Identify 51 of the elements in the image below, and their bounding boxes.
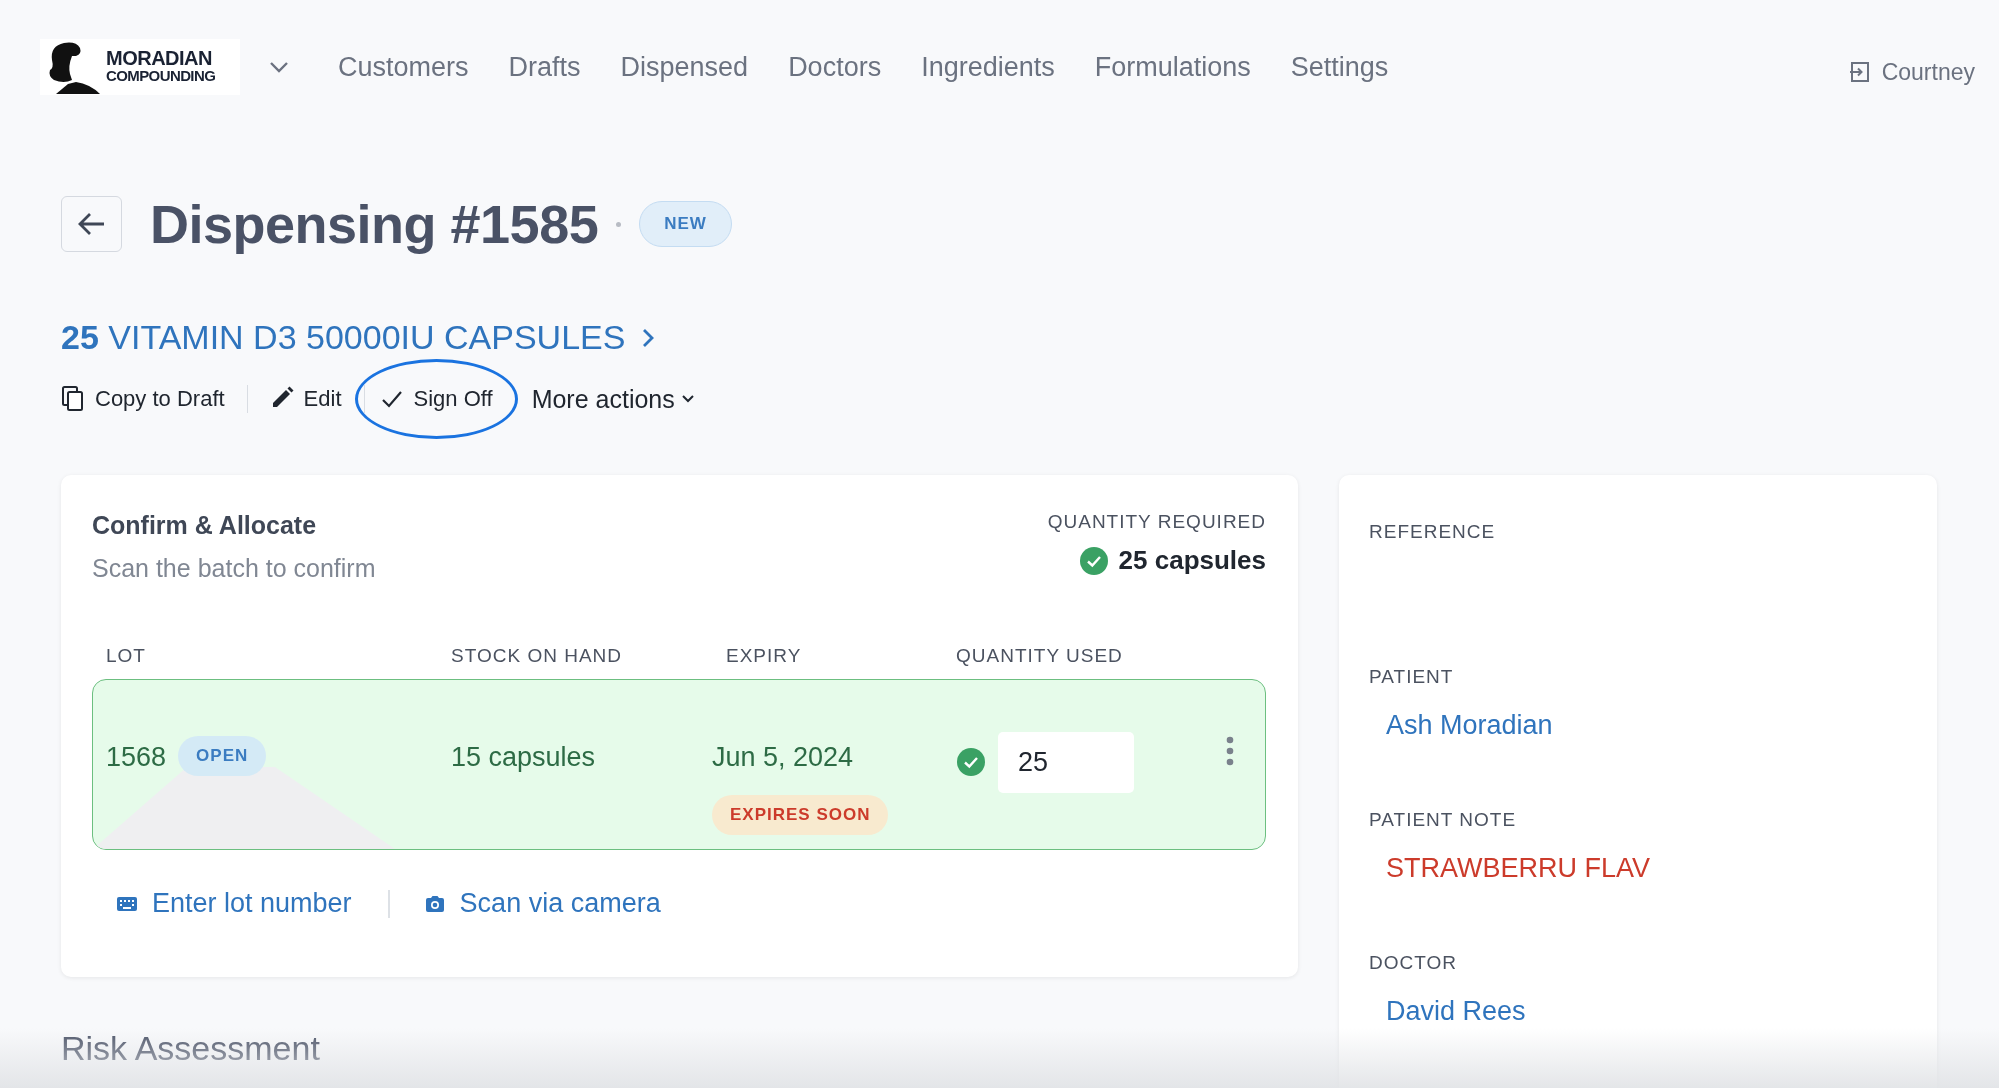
- camera-icon: [423, 893, 446, 914]
- field-label: DOCTOR: [1369, 952, 1458, 974]
- action-button[interactable]: Copy to Draft: [61, 386, 247, 412]
- field-label: PATIENT NOTE: [1369, 809, 1518, 831]
- nav-link[interactable]: Customers: [338, 51, 469, 83]
- column-header: QUANTITY USED: [956, 645, 1124, 667]
- back-button[interactable]: [61, 196, 122, 252]
- nav-link[interactable]: Ingredients: [921, 51, 1055, 83]
- product-link[interactable]: 25 VITAMIN D3 50000IU CAPSULES: [61, 318, 626, 357]
- lot-row[interactable]: 1568 OPEN 15 capsules Jun 5, 2024 EXPIRES SOON 25: [92, 679, 1266, 850]
- field-link[interactable]: Ash Moradian: [1369, 710, 1907, 741]
- chevron-right-icon[interactable]: [641, 326, 656, 349]
- action-button[interactable]: Edit: [247, 386, 364, 412]
- field-link[interactable]: David Rees: [1369, 996, 1907, 1027]
- card-subtitle: Scan the batch to confirm: [92, 554, 376, 583]
- column-header: EXPIRY: [726, 645, 803, 667]
- nav-link[interactable]: Drafts: [508, 51, 581, 83]
- arrow-left-icon: [76, 211, 107, 237]
- brand-name: MORADIAN: [106, 50, 213, 67]
- user-name[interactable]: Courtney: [1881, 58, 1975, 86]
- field-label: PATIENT: [1369, 666, 1455, 688]
- status-badge: OPEN: [178, 736, 267, 776]
- action-button[interactable]: Sign Off: [354, 359, 518, 439]
- brand-name: COMPOUNDING: [106, 67, 216, 84]
- chevron-down-icon[interactable]: [268, 60, 290, 74]
- table-cell: 1568: [106, 742, 167, 773]
- nav-link[interactable]: Doctors: [788, 51, 882, 83]
- check-circle-icon: [956, 747, 986, 777]
- field-label: REFERENCE: [1369, 521, 1497, 543]
- column-header: LOT: [106, 645, 147, 667]
- quantity-field[interactable]: 25: [998, 732, 1134, 793]
- more-icon[interactable]: [1225, 734, 1235, 768]
- nav-link[interactable]: Dispensed: [620, 51, 749, 83]
- link-button[interactable]: Scan via camera: [423, 888, 661, 919]
- caret-icon: [680, 394, 695, 404]
- field-label: QUANTITY REQUIRED: [1047, 511, 1266, 533]
- card-title: Confirm & Allocate: [92, 511, 318, 540]
- status-badge: NEW: [639, 201, 732, 247]
- logo[interactable]: MORADIAN COMPOUNDING: [40, 39, 240, 95]
- section-title: Risk Assessment: [61, 1029, 321, 1068]
- field-value: STRAWBERRU FLAV: [1385, 853, 1652, 884]
- table-cell: Jun 5, 2024: [712, 742, 854, 773]
- page-title: Dispensing #1585: [150, 193, 599, 255]
- warning-badge: EXPIRES SOON: [712, 795, 889, 835]
- nav-link[interactable]: Formulations: [1094, 51, 1251, 83]
- link-button[interactable]: Enter lot number: [116, 888, 352, 919]
- copy-icon: [61, 386, 85, 412]
- column-header: STOCK ON HAND: [451, 645, 623, 667]
- nav-link[interactable]: Settings: [1290, 51, 1389, 83]
- logout-icon[interactable]: [1847, 60, 1872, 84]
- quantity-value: 25 capsules: [1118, 545, 1266, 576]
